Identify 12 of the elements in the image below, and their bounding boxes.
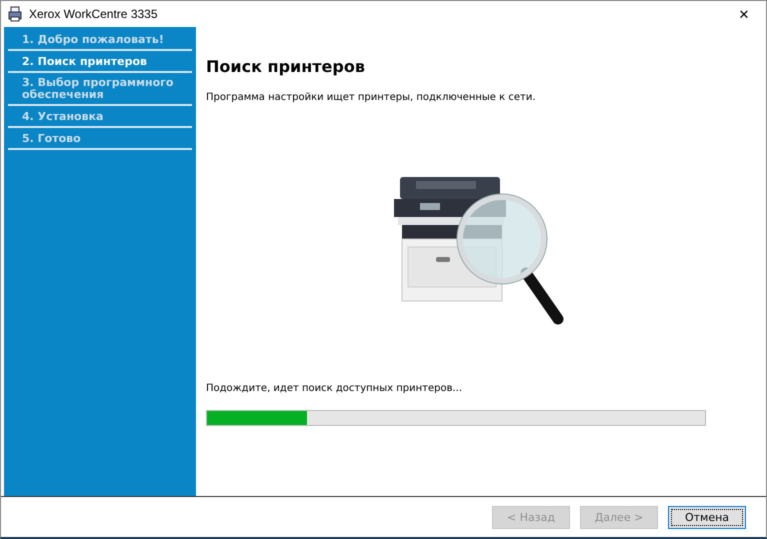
status-text: Подождите, идет поиск доступных принтеров... <box>206 383 464 394</box>
page-description: Программа настройки ищет принтеры, подключенные к сети. <box>206 92 537 103</box>
step-item: 1. Добро пожаловать! <box>8 29 192 51</box>
step-item: 4. Установка <box>8 106 192 128</box>
wizard-button[interactable]: Отмена <box>668 506 746 528</box>
page-heading: Поиск принтеров <box>206 57 366 76</box>
printer-app-icon <box>7 6 23 22</box>
step-item: 3. Выбор программного обеспечения <box>8 73 192 106</box>
close-button[interactable]: ✕ <box>722 1 766 27</box>
window-title: Xerox WorkCentre 3335 <box>29 7 158 21</box>
step-item: 5. Готово <box>8 128 192 150</box>
step-item: 2. Поиск принтеров <box>8 51 192 73</box>
